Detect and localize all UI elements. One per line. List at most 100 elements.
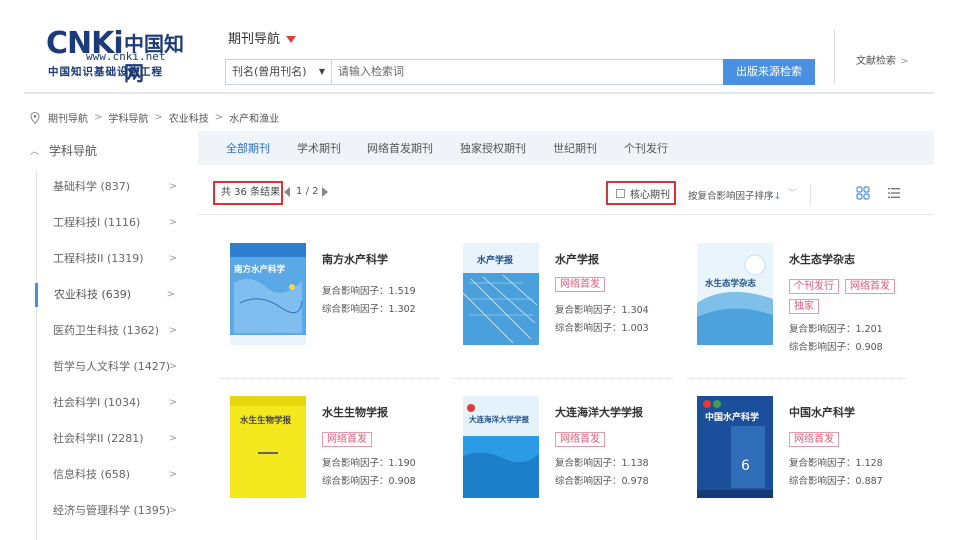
sidebar-item[interactable]: 社会科学II (2281) > [37,427,187,451]
core-journal-filter[interactable]: 核心期刊 [606,181,676,205]
header-divider [834,30,835,84]
journal-card[interactable]: 水生态学杂志 水生态学杂志 个刊发行 网络首发 独家 复合影响因子：1.201 … [697,243,929,353]
sidebar-item[interactable]: 经济与管理科学 (1395) > [37,499,187,523]
cover-art [463,396,539,498]
result-count: 共 36 条结果 [213,181,283,205]
search-field-select[interactable]: 刊名(曾用刊名) ▼ [226,60,332,84]
journal-title[interactable]: 中国水产科学 [789,404,855,420]
journal-cover[interactable]: 水产学报 [463,243,539,345]
sidebar-item[interactable]: 工程科技II (1319) > [37,247,187,271]
journal-tag: 独家 [789,299,819,314]
chevron-right-icon: > [166,289,175,300]
tab-online-first[interactable]: 网络首发期刊 [367,131,433,165]
cover-title: 水生态学杂志 [705,279,757,289]
chevron-right-icon: > [168,325,177,336]
journal-card[interactable]: 6 中国水产科学 中国水产科学 网络首发 复合影响因子：1.128 综合影响因子… [697,396,929,506]
sidebar-item[interactable]: 基础科学 (837) > [37,175,187,199]
chevron-up-icon: ︿ [30,147,40,157]
chevron-right-icon: > [168,397,177,408]
journal-metric: 复合影响因子：1.128 [789,458,883,469]
search-input[interactable]: 请输入检索词 [332,60,723,84]
sidebar-item[interactable]: 社会科学I (1034) > [37,391,187,415]
sidebar-item-active[interactable]: 农业科技 (639) > [35,283,185,307]
journal-metric: 复合影响因子：1.304 [555,305,649,316]
breadcrumb-current: 水产和渔业 [229,114,280,125]
cnki-logo[interactable]: CNKi 中国知网 www.cnki.net 中国知识基础设施工程 [46,26,196,85]
breadcrumb-item[interactable]: 期刊导航 [48,110,88,125]
journal-metric: 复合影响因子：1.519 [322,286,416,297]
journal-metric: 综合影响因子：0.908 [322,476,416,487]
sidebar-item[interactable]: 信息科技 (658) > [37,463,187,487]
chevron-right-icon: > [168,469,177,480]
journal-title[interactable]: 水生态学杂志 [789,251,855,267]
journal-cover[interactable]: 6 中国水产科学 [697,396,773,498]
row-separator [220,378,440,379]
sidebar-item-label: 农业科技 (639) [54,288,132,301]
tab-individual-issue[interactable]: 个刊发行 [624,131,668,165]
sidebar-item-label: 工程科技II (1319) [53,252,144,265]
journal-card[interactable]: 大连海洋大学学报 大连海洋大学学报 网络首发 复合影响因子：1.138 综合影响… [463,396,695,506]
tab-academic[interactable]: 学术期刊 [297,131,341,165]
journal-card[interactable]: 南方水产科学 南方水产科学 复合影响因子：1.519 综合影响因子：1.302 [230,243,462,353]
svg-text:6: 6 [741,458,750,474]
journal-title[interactable]: 大连海洋大学学报 [555,404,643,420]
journal-cover[interactable]: 水生生物学报 [230,396,306,498]
cover-title: 水产学报 [477,256,514,266]
chevron-right-icon: > [168,253,177,264]
advanced-search-link[interactable]: 文献检索 > [856,52,908,67]
header: CNKi 中国知网 www.cnki.net 中国知识基础设施工程 期刊导航 刊… [0,0,960,94]
journal-metric: 综合影响因子：1.003 [555,323,649,334]
next-page-icon[interactable] [322,186,329,197]
sidebar-title: 学科导航 [49,144,98,158]
sidebar-item[interactable]: 工程科技I (1116) > [37,211,187,235]
sidebar-item-label: 社会科学I (1034) [53,396,141,409]
advanced-search-label: 文献检索 [856,56,896,67]
cover-title: 南方水产科学 [234,265,286,275]
journal-cover[interactable]: 水生态学杂志 [697,243,773,345]
breadcrumb-item[interactable]: 农业科技 [169,110,209,125]
journal-title[interactable]: 水生生物学报 [322,404,388,420]
tab-century[interactable]: 世纪期刊 [553,131,597,165]
breadcrumb: 期刊导航 > 学科导航 > 农业科技 > 水产和渔业 [30,110,279,125]
core-journal-checkbox[interactable] [616,188,625,198]
sidebar-item-label: 经济与管理科学 (1395) [53,504,171,517]
journal-title[interactable]: 水产学报 [555,251,599,267]
journal-tags: 独家 [789,299,819,314]
journal-card[interactable]: 水产学报 水产学报 网络首发 复合影响因子：1.304 综合影响因子：1.003 [463,243,695,353]
journal-metric: 综合影响因子：0.887 [789,476,883,487]
grid-view-icon[interactable] [856,186,870,200]
current-page: 1 [296,186,303,197]
sidebar-item[interactable]: 医药卫生科技 (1362) > [37,319,187,343]
tab-all-journals[interactable]: 全部期刊 [226,131,270,165]
sort-selector[interactable]: 按复合影响因子排序↓ [688,188,781,202]
list-view-icon[interactable] [887,186,901,200]
sidebar-item-label: 基础科学 (837) [53,180,131,193]
breadcrumb-separator: > [154,112,163,123]
sidebar-header[interactable]: ︿ 学科导航 [30,142,97,159]
journal-metric: 综合影响因子：0.908 [789,342,883,353]
journal-metric: 综合影响因子：1.302 [322,304,416,315]
breadcrumb-item[interactable]: 学科导航 [108,110,148,125]
sidebar-item[interactable]: 哲学与人文科学 (1427) > [37,355,187,379]
search-button[interactable]: 出版来源检索 [723,59,815,85]
sort-label: 按复合影响因子排序 [688,191,774,202]
chevron-down-icon[interactable]: ﹀ [788,186,797,199]
journal-tag: 网络首发 [555,432,605,447]
journal-title[interactable]: 南方水产科学 [322,251,388,267]
journal-nav-dropdown[interactable]: 期刊导航 [228,28,297,47]
caret-down-icon [286,36,297,43]
journal-cover[interactable]: 南方水产科学 [230,243,306,345]
journal-card[interactable]: 水生生物学报 水生生物学报 网络首发 复合影响因子：1.190 综合影响因子：0… [230,396,462,506]
tab-exclusive[interactable]: 独家授权期刊 [460,131,526,165]
cover-art [230,243,306,345]
journal-tags: 网络首发 [322,432,372,447]
prev-page-icon[interactable] [284,186,290,197]
journal-tag: 网络首发 [789,432,839,447]
journal-metric: 综合影响因子：0.978 [555,476,649,487]
chevron-right-icon: > [168,217,177,228]
search-bar: 刊名(曾用刊名) ▼ 请输入检索词 出版来源检索 [225,59,815,85]
sidebar-item-label: 工程科技I (1116) [53,216,141,229]
journal-cover[interactable]: 大连海洋大学学报 [463,396,539,498]
journal-tags: 个刊发行 网络首发 [789,279,895,294]
sort-down-arrow: ↓ [773,191,782,202]
